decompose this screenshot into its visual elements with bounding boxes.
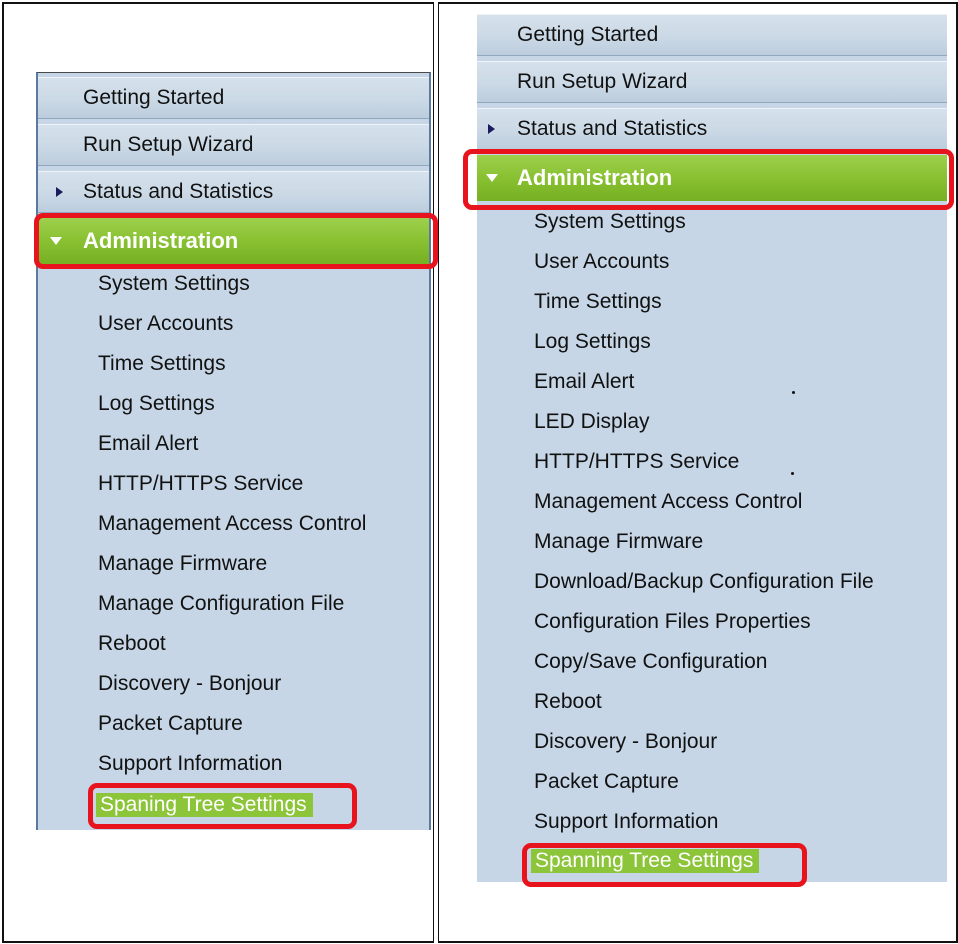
nav-label: Getting Started (517, 23, 659, 46)
nav-administration[interactable]: Administration (477, 155, 947, 201)
submenu-item-configuration-files-properties[interactable]: Configuration Files Properties (534, 610, 811, 634)
nav-label: Run Setup Wizard (83, 133, 254, 156)
submenu-item-time-settings[interactable]: Time Settings (534, 290, 662, 314)
submenu-item-copy-save-configuration[interactable]: Copy/Save Configuration (534, 650, 767, 674)
submenu-item-spanning-tree-settings[interactable]: Spanning Tree Settings (531, 849, 760, 873)
submenu-item-system-settings[interactable]: System Settings (534, 210, 686, 234)
submenu-item-spanning-tree-settings[interactable]: Spaning Tree Settings (96, 793, 313, 817)
expand-arrow-icon (488, 124, 495, 134)
nav-getting-started[interactable]: Getting Started (477, 14, 947, 56)
column-divider (433, 2, 439, 943)
nav-label: Administration (517, 165, 673, 190)
submenu-item-packet-capture[interactable]: Packet Capture (98, 712, 243, 736)
submenu-item-download-backup-configuration-file[interactable]: Download/Backup Configuration File (534, 570, 874, 594)
nav-status-and-statistics[interactable]: Status and Statistics (38, 171, 429, 213)
nav-label: Run Setup Wizard (517, 70, 688, 93)
submenu-item-time-settings[interactable]: Time Settings (98, 352, 226, 376)
collapse-arrow-icon (50, 237, 62, 245)
submenu-item-email-alert[interactable]: Email Alert (98, 432, 198, 456)
submenu-item-reboot[interactable]: Reboot (534, 690, 602, 714)
submenu-item-discovery-bonjour[interactable]: Discovery - Bonjour (98, 672, 281, 696)
submenu-item-log-settings[interactable]: Log Settings (98, 392, 215, 416)
nav-label: Status and Statistics (517, 117, 708, 140)
submenu-item-user-accounts[interactable]: User Accounts (98, 312, 233, 336)
nav-administration[interactable]: Administration (38, 218, 429, 264)
nav-run-setup-wizard[interactable]: Run Setup Wizard (38, 124, 429, 166)
submenu-item-manage-firmware[interactable]: Manage Firmware (534, 530, 703, 554)
submenu-item-reboot[interactable]: Reboot (98, 632, 166, 656)
expand-arrow-icon (56, 187, 63, 197)
submenu-item-management-access-control[interactable]: Management Access Control (534, 490, 802, 514)
submenu-item-manage-configuration-file[interactable]: Manage Configuration File (98, 592, 344, 616)
submenu-item-http-https-service[interactable]: HTTP/HTTPS Service (98, 472, 303, 496)
submenu-item-email-alert[interactable]: Email Alert (534, 370, 634, 394)
submenu-item-user-accounts[interactable]: User Accounts (534, 250, 669, 274)
nav-label: Status and Statistics (83, 180, 274, 203)
nav-label: Getting Started (83, 86, 225, 109)
stray-dot (791, 472, 794, 475)
nav-label: Administration (83, 228, 239, 253)
collapse-arrow-icon (486, 174, 498, 182)
submenu-item-packet-capture[interactable]: Packet Capture (534, 770, 679, 794)
stray-dot (792, 391, 795, 394)
submenu-item-support-information[interactable]: Support Information (534, 810, 718, 834)
submenu-item-log-settings[interactable]: Log Settings (534, 330, 651, 354)
submenu-item-discovery-bonjour[interactable]: Discovery - Bonjour (534, 730, 717, 754)
submenu-item-system-settings[interactable]: System Settings (98, 272, 250, 296)
submenu-item-led-display[interactable]: LED Display (534, 410, 650, 434)
submenu-item-http-https-service[interactable]: HTTP/HTTPS Service (534, 450, 739, 474)
submenu-item-support-information[interactable]: Support Information (98, 752, 282, 776)
nav-getting-started[interactable]: Getting Started (38, 77, 429, 119)
nav-run-setup-wizard[interactable]: Run Setup Wizard (477, 61, 947, 103)
nav-status-and-statistics[interactable]: Status and Statistics (477, 108, 947, 150)
submenu-item-manage-firmware[interactable]: Manage Firmware (98, 552, 267, 576)
submenu-item-management-access-control[interactable]: Management Access Control (98, 512, 366, 536)
left-navigation-panel: Getting Started Run Setup Wizard Status … (36, 72, 431, 830)
right-navigation-panel: Getting Started Run Setup Wizard Status … (477, 14, 947, 882)
